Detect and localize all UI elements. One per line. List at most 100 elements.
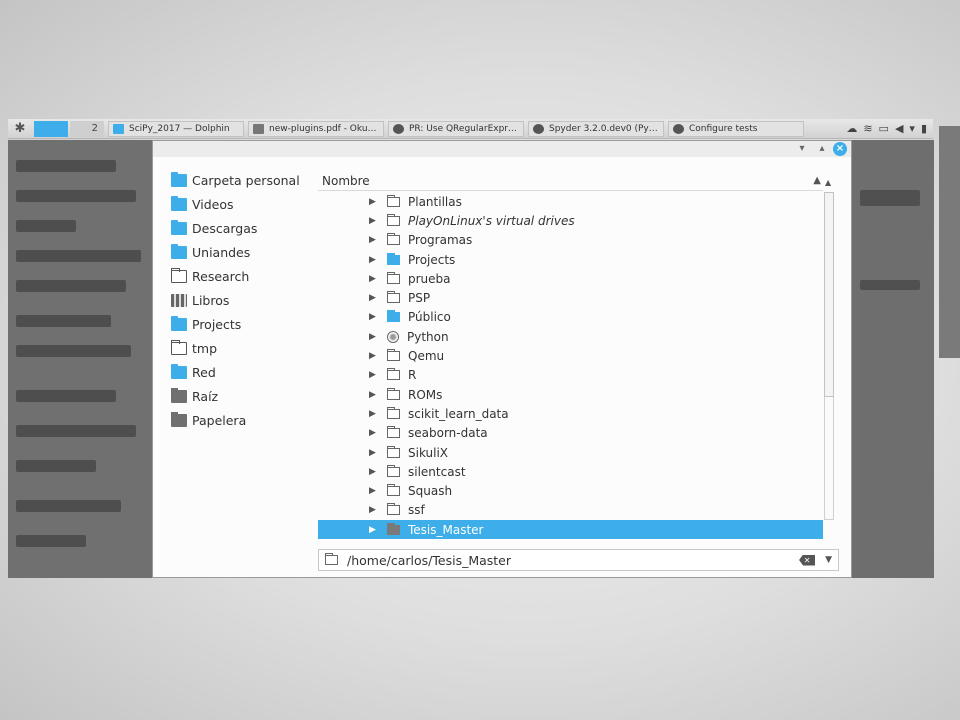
file-row[interactable]: ▶ R <box>318 366 823 385</box>
expand-arrow-icon[interactable]: ▶ <box>369 409 379 419</box>
volume-icon[interactable]: ◀ <box>895 122 903 135</box>
file-row[interactable]: ▶ ssf <box>318 501 823 520</box>
expand-arrow-icon[interactable]: ▶ <box>369 332 379 342</box>
file-row[interactable]: ▶ seaborn-data <box>318 424 823 443</box>
file-dialog: ▾ ▴ × Carpeta personal Videos Descargas … <box>152 140 852 578</box>
file-row[interactable]: ▶ Projects <box>318 250 823 269</box>
books-icon <box>171 293 187 307</box>
file-name: seaborn-data <box>408 426 488 441</box>
file-name: Plantillas <box>408 194 462 209</box>
expand-arrow-icon[interactable]: ▶ <box>369 216 379 226</box>
clear-icon[interactable]: ✕ <box>799 554 816 566</box>
task-configure-tests[interactable]: Configure tests <box>668 120 804 137</box>
file-row[interactable]: ▶ Qemu <box>318 346 823 365</box>
expand-arrow-icon[interactable]: ▶ <box>369 448 379 458</box>
virtual-desktop-1[interactable] <box>34 120 68 137</box>
place-tmp[interactable]: tmp <box>171 337 217 359</box>
chevron-down-icon[interactable]: ▼ <box>825 555 832 565</box>
expand-arrow-icon[interactable]: ▶ <box>369 525 379 535</box>
expand-arrow-icon[interactable]: ▶ <box>369 467 379 477</box>
file-row[interactable]: ▶ Plantillas <box>318 192 823 211</box>
expand-arrow-icon[interactable]: ▶ <box>369 505 379 515</box>
task-browser-pr[interactable]: PR: Use QRegularExpressio <box>388 120 524 137</box>
folder-outline-icon <box>387 445 400 458</box>
place-libros[interactable]: Libros <box>171 289 229 311</box>
file-name: PlayOnLinux's virtual drives <box>408 213 575 228</box>
minimize-icon[interactable]: ▾ <box>795 142 809 156</box>
folder-outline-icon <box>171 339 187 355</box>
place-descargas[interactable]: Descargas <box>171 217 257 239</box>
folder-blue-icon <box>387 310 400 323</box>
file-row[interactable]: ▶ PSP <box>318 289 823 308</box>
expand-arrow-icon[interactable]: ▶ <box>369 312 379 322</box>
place-red[interactable]: Red <box>171 361 216 383</box>
folder-outline-icon <box>171 267 187 283</box>
expand-arrow-icon[interactable]: ▶ <box>369 197 379 207</box>
task-spyder[interactable]: Spyder 3.2.0.dev0 (Python 3 <box>528 120 664 137</box>
expand-arrow-icon[interactable]: ▶ <box>369 255 379 265</box>
file-row[interactable]: ▶ ROMs <box>318 385 823 404</box>
folder-outline-icon <box>387 522 400 535</box>
places-panel: Carpeta personal Videos Descargas Uniand… <box>153 159 313 559</box>
task-dolphin[interactable]: SciPy_2017 — Dolphin <box>108 120 244 137</box>
close-button[interactable]: × <box>833 142 847 156</box>
place-projects[interactable]: Projects <box>171 313 241 335</box>
tray-expand-icon[interactable]: ▾ <box>909 122 915 135</box>
expand-arrow-icon[interactable]: ▶ <box>369 235 379 245</box>
file-name: PSP <box>408 291 431 306</box>
wifi-icon[interactable]: ≋ <box>863 122 872 135</box>
folder-videos-icon <box>171 195 187 211</box>
application-launcher-icon[interactable]: ✱ <box>8 121 32 136</box>
dialog-titlebar[interactable]: ▾ ▴ × <box>153 141 851 157</box>
clipboard-icon[interactable]: ▮ <box>921 122 927 135</box>
folder-outline-icon <box>387 426 400 439</box>
file-name: Tesis_Master <box>408 522 484 537</box>
scrollbar-thumb[interactable] <box>824 192 834 397</box>
expand-arrow-icon[interactable]: ▶ <box>369 370 379 380</box>
expand-arrow-icon[interactable]: ▶ <box>369 351 379 361</box>
expand-arrow-icon[interactable]: ▶ <box>369 293 379 303</box>
okular-icon <box>253 123 264 134</box>
folder-outline-icon <box>387 271 400 284</box>
spyder-icon <box>533 123 544 134</box>
column-header-name[interactable]: Nombre ▲ <box>318 171 823 191</box>
background-window-left <box>8 140 153 578</box>
file-row[interactable]: ▶ Python <box>318 327 823 346</box>
place-uniandes[interactable]: Uniandes <box>171 241 250 263</box>
file-row[interactable]: ▶ scikit_learn_data <box>318 404 823 423</box>
scroll-up-icon[interactable]: ▲ <box>825 178 831 187</box>
expand-arrow-icon[interactable]: ▶ <box>369 274 379 284</box>
file-row[interactable]: ▶ Público <box>318 308 823 327</box>
folder-outline-icon <box>387 233 400 246</box>
maximize-icon[interactable]: ▴ <box>815 142 829 156</box>
battery-icon[interactable]: ▭ <box>879 122 889 135</box>
cloud-icon[interactable]: ☁ <box>846 122 857 135</box>
expand-arrow-icon[interactable]: ▶ <box>369 390 379 400</box>
file-row[interactable]: ▶ silentcast <box>318 462 823 481</box>
vertical-scrollbar[interactable]: ▲ <box>822 178 836 531</box>
folder-outline-icon <box>387 194 400 207</box>
file-name: Público <box>408 310 451 325</box>
place-papelera[interactable]: Papelera <box>171 409 246 431</box>
file-row[interactable]: ▶ prueba <box>318 269 823 288</box>
system-tray: ☁ ≋ ▭ ◀ ▾ ▮ <box>846 122 933 135</box>
folder-downloads-icon <box>171 219 187 235</box>
file-row[interactable]: ▶ Programas <box>318 231 823 250</box>
background-window-edge <box>939 126 960 358</box>
file-row[interactable]: ▶ PlayOnLinux's virtual drives <box>318 211 823 230</box>
path-input[interactable] <box>347 552 800 568</box>
place-videos[interactable]: Videos <box>171 193 234 215</box>
expand-arrow-icon[interactable]: ▶ <box>369 428 379 438</box>
expand-arrow-icon[interactable]: ▶ <box>369 486 379 496</box>
place-research[interactable]: Research <box>171 265 249 287</box>
folder-outline-icon <box>387 484 400 497</box>
folder-outline-icon <box>387 464 400 477</box>
place-raiz[interactable]: Raíz <box>171 385 218 407</box>
file-name: R <box>408 368 417 383</box>
task-okular[interactable]: new-plugins.pdf - Okular <box>248 120 384 137</box>
file-row[interactable]: ▶ Tesis_Master <box>318 520 823 540</box>
file-row[interactable]: ▶ SikuliX <box>318 443 823 462</box>
file-row[interactable]: ▶ Squash <box>318 482 823 501</box>
place-carpeta-personal[interactable]: Carpeta personal <box>171 169 300 191</box>
virtual-desktop-2[interactable]: 2 <box>70 120 104 137</box>
